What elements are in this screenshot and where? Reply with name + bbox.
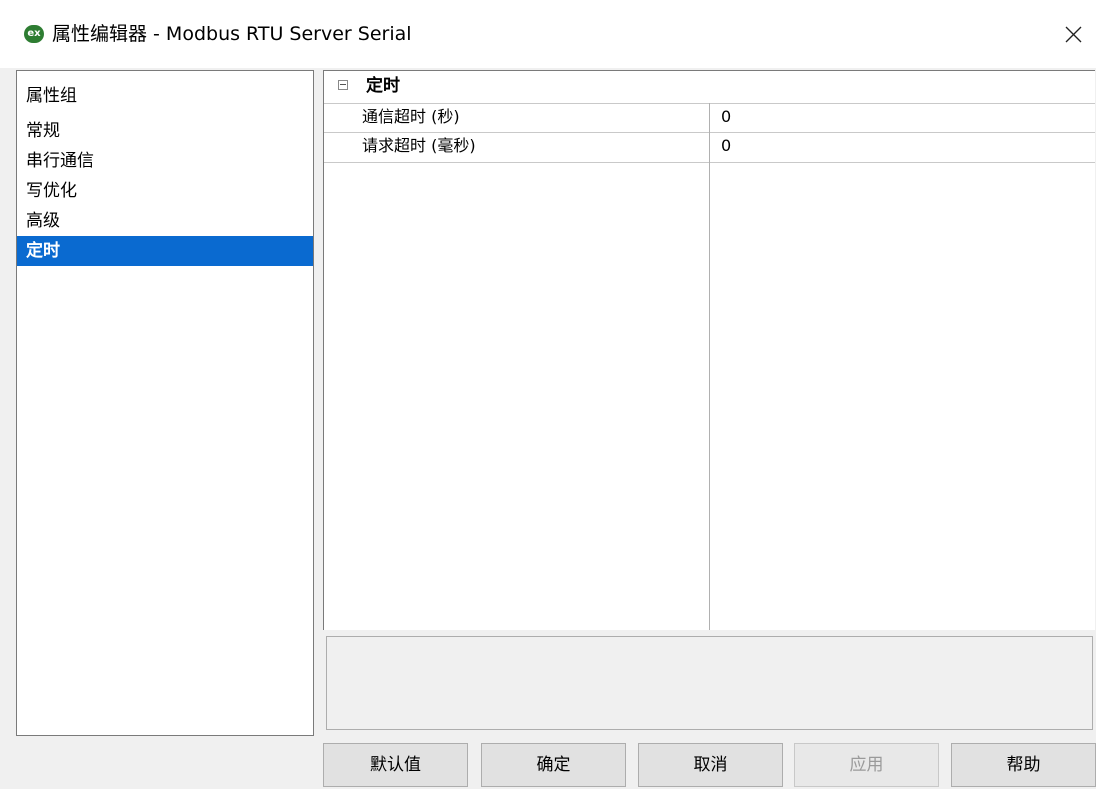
help-button[interactable]: 帮助 [951, 743, 1096, 787]
ok-button[interactable]: 确定 [481, 743, 626, 787]
property-group-panel: 属性组 常规 串行通信 写优化 高级 定时 [16, 70, 314, 736]
category-label: 定时 [366, 76, 400, 96]
sidebar-item-general[interactable]: 常规 [17, 116, 313, 146]
column-divider[interactable] [709, 103, 710, 630]
collapse-icon[interactable] [338, 80, 348, 90]
title-bar: ex 属性编辑器 - Modbus RTU Server Serial [0, 0, 1096, 68]
sidebar-item-timing[interactable]: 定时 [17, 236, 313, 266]
property-description-panel [326, 636, 1093, 730]
sidebar-item-serial-comm[interactable]: 串行通信 [17, 146, 313, 176]
sidebar-item-advanced[interactable]: 高级 [17, 206, 313, 236]
apply-button[interactable]: 应用 [794, 743, 939, 787]
property-name: 请求超时 (毫秒) [362, 136, 476, 155]
property-value[interactable]: 0 [721, 106, 731, 128]
property-value[interactable]: 0 [721, 135, 731, 157]
category-header-timing[interactable]: 定时 [324, 71, 1095, 103]
property-group-header: 属性组 [26, 86, 77, 106]
cancel-button[interactable]: 取消 [638, 743, 783, 787]
close-button[interactable] [1052, 16, 1092, 52]
property-group-list: 常规 串行通信 写优化 高级 定时 [17, 116, 313, 266]
app-logo-icon: ex [24, 25, 44, 43]
property-name: 通信超时 (秒) [362, 107, 460, 126]
default-button[interactable]: 默认值 [323, 743, 468, 787]
window-title: 属性编辑器 - Modbus RTU Server Serial [52, 23, 412, 45]
sidebar-item-write-optimization[interactable]: 写优化 [17, 176, 313, 206]
property-grid: 定时 通信超时 (秒) 0 请求超时 (毫秒) 0 [323, 70, 1095, 630]
close-icon [1065, 26, 1082, 43]
